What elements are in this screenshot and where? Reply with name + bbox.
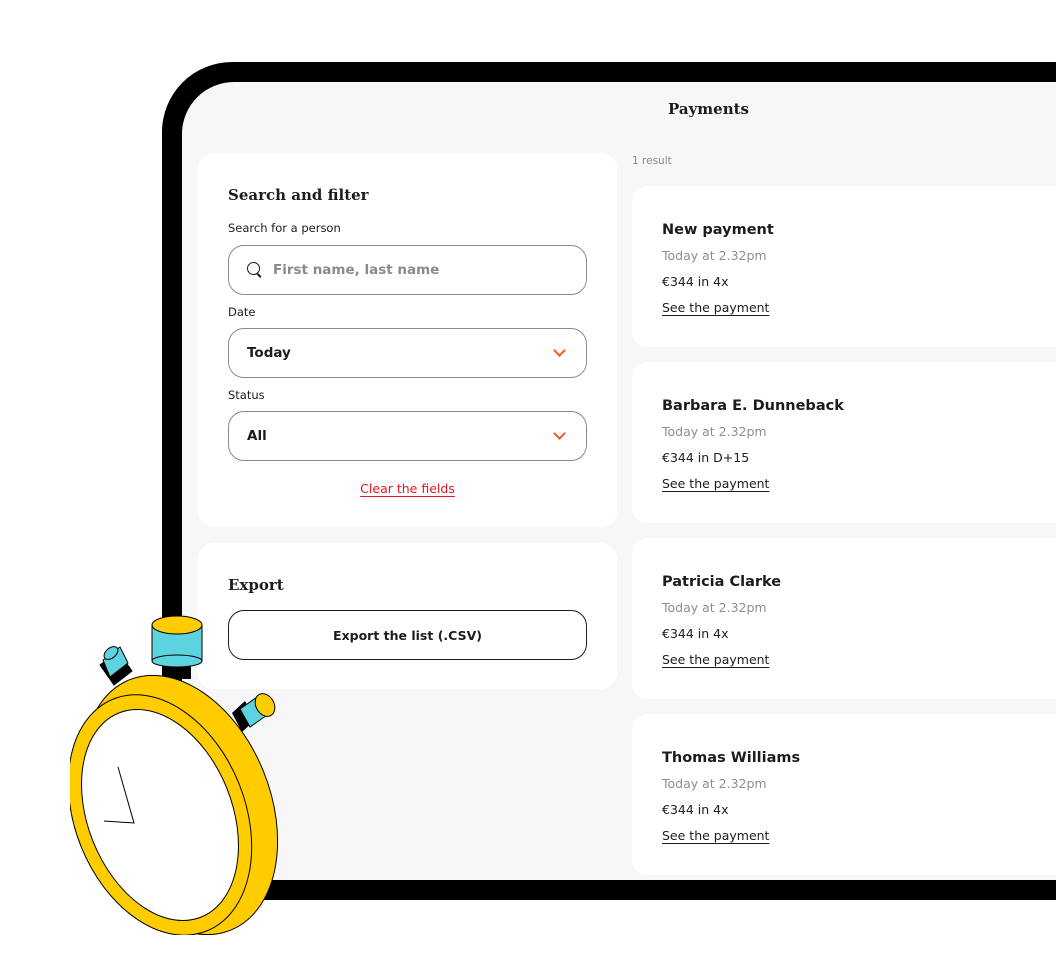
payment-time: Today at 2.32pm [662, 248, 767, 263]
search-filter-heading: Search and filter [228, 186, 369, 204]
stopwatch-icon [70, 615, 279, 935]
payment-amount: €344 in 4x [662, 626, 729, 641]
date-value: Today [247, 345, 291, 361]
see-payment-link[interactable]: See the payment [662, 828, 769, 843]
results-count: 1 result [632, 155, 672, 167]
payment-name: Patricia Clarke [662, 574, 782, 590]
payment-amount: €344 in 4x [662, 802, 729, 817]
payment-amount: €344 in D+15 [662, 450, 750, 465]
see-payment-link[interactable]: See the payment [662, 652, 769, 667]
payment-time: Today at 2.32pm [662, 776, 767, 791]
chevron-down-icon [553, 427, 566, 440]
payment-card: Patricia Clarke Today at 2.32pm €344 in … [632, 538, 1056, 699]
status-select[interactable]: All [228, 411, 587, 461]
export-heading: Export [228, 576, 284, 594]
stopwatch-top-knob [151, 615, 203, 679]
see-payment-link[interactable]: See the payment [662, 300, 769, 315]
payment-amount: €344 in 4x [662, 274, 729, 289]
see-payment-link[interactable]: See the payment [662, 476, 769, 491]
search-input[interactable]: First name, last name [228, 245, 587, 295]
payment-time: Today at 2.32pm [662, 600, 767, 615]
search-label: Search for a person [228, 221, 341, 235]
payment-name: New payment [662, 222, 774, 238]
search-placeholder: First name, last name [273, 262, 440, 278]
stopwatch-side-knob-left [99, 646, 133, 686]
search-icon [247, 262, 263, 278]
payment-card: Barbara E. Dunneback Today at 2.32pm €34… [632, 362, 1056, 523]
status-label: Status [228, 388, 265, 402]
clear-fields-link[interactable]: Clear the fields [198, 481, 617, 496]
status-value: All [247, 428, 267, 444]
payment-card: Thomas Williams Today at 2.32pm €344 in … [632, 714, 1056, 875]
chevron-down-icon [553, 344, 566, 357]
payment-name: Barbara E. Dunneback [662, 398, 844, 414]
payment-name: Thomas Williams [662, 750, 801, 766]
page-title: Payments [668, 100, 750, 118]
payment-card: New payment Today at 2.32pm €344 in 4x S… [632, 186, 1056, 347]
stopwatch-side-knob-right [232, 693, 276, 732]
date-select[interactable]: Today [228, 328, 587, 378]
payment-time: Today at 2.32pm [662, 424, 767, 439]
search-filter-panel: Search and filter Search for a person Fi… [198, 153, 617, 527]
date-label: Date [228, 305, 256, 319]
